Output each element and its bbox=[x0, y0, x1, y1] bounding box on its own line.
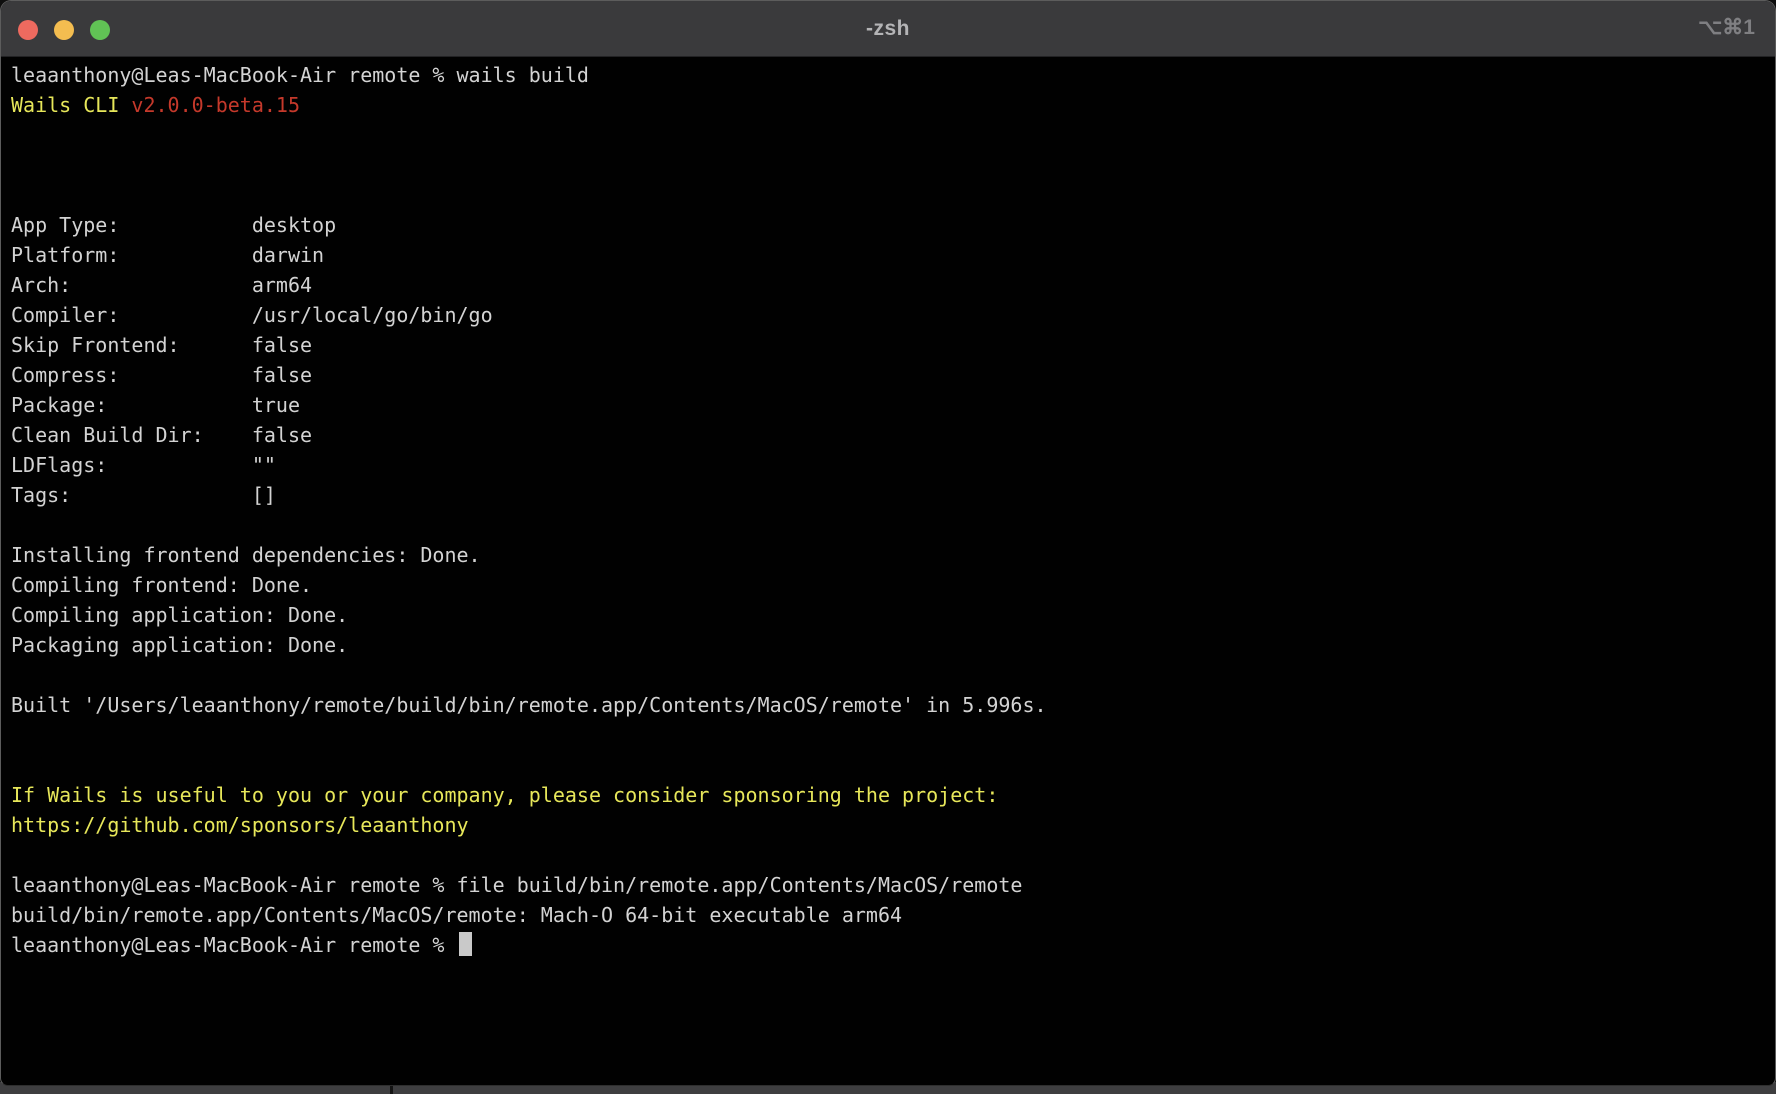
terminal-cursor bbox=[459, 932, 472, 956]
terminal-text: leaanthony@Leas-MacBook-Air remote % bbox=[11, 933, 457, 957]
terminal-line: Package: true bbox=[11, 390, 1767, 420]
close-button[interactable] bbox=[18, 20, 38, 40]
terminal-text: Arch: arm64 bbox=[11, 273, 312, 297]
terminal-line: Skip Frontend: false bbox=[11, 330, 1767, 360]
terminal-text: Wails CLI bbox=[11, 93, 131, 117]
terminal-line: App Type: desktop bbox=[11, 210, 1767, 240]
terminal-line: If Wails is useful to you or your compan… bbox=[11, 780, 1767, 810]
terminal-line bbox=[11, 840, 1767, 870]
terminal-line bbox=[11, 150, 1767, 180]
terminal-text: leaanthony@Leas-MacBook-Air remote % fil… bbox=[11, 873, 1022, 897]
terminal-text: build/bin/remote.app/Contents/MacOS/remo… bbox=[11, 903, 902, 927]
terminal-line bbox=[11, 180, 1767, 210]
terminal-line bbox=[11, 510, 1767, 540]
terminal-text: Compiling frontend: Done. bbox=[11, 573, 312, 597]
terminal-line: Compiling application: Done. bbox=[11, 600, 1767, 630]
terminal-line: Clean Build Dir: false bbox=[11, 420, 1767, 450]
terminal-text: leaanthony@Leas-MacBook-Air remote % wai… bbox=[11, 63, 589, 87]
terminal-text: LDFlags: "" bbox=[11, 453, 276, 477]
terminal-text: Clean Build Dir: false bbox=[11, 423, 312, 447]
terminal-text: Compiling application: Done. bbox=[11, 603, 348, 627]
terminal-line: Tags: [] bbox=[11, 480, 1767, 510]
terminal-line: leaanthony@Leas-MacBook-Air remote % bbox=[11, 930, 1767, 960]
terminal-text: Package: true bbox=[11, 393, 300, 417]
terminal-line bbox=[11, 720, 1767, 750]
terminal-line bbox=[11, 660, 1767, 690]
terminal-line: leaanthony@Leas-MacBook-Air remote % fil… bbox=[11, 870, 1767, 900]
terminal-line: Compiling frontend: Done. bbox=[11, 570, 1767, 600]
terminal-text: https://github.com/sponsors/leaanthony bbox=[11, 813, 469, 837]
terminal-line: Compiler: /usr/local/go/bin/go bbox=[11, 300, 1767, 330]
terminal-line: Platform: darwin bbox=[11, 240, 1767, 270]
window-title: -zsh bbox=[866, 17, 910, 41]
titlebar[interactable]: -zsh ⌥⌘1 bbox=[1, 1, 1775, 57]
terminal-text: Installing frontend dependencies: Done. bbox=[11, 543, 481, 567]
screen: -zsh ⌥⌘1 leaanthony@Leas-MacBook-Air rem… bbox=[0, 0, 1776, 1094]
terminal-text: Packaging application: Done. bbox=[11, 633, 348, 657]
terminal-text: If Wails is useful to you or your compan… bbox=[11, 783, 998, 807]
minimize-button[interactable] bbox=[54, 20, 74, 40]
terminal-line: Wails CLI v2.0.0-beta.15 bbox=[11, 90, 1767, 120]
terminal-line bbox=[11, 120, 1767, 150]
traffic-lights bbox=[18, 20, 110, 40]
terminal-line: build/bin/remote.app/Contents/MacOS/remo… bbox=[11, 900, 1767, 930]
terminal-line: Installing frontend dependencies: Done. bbox=[11, 540, 1767, 570]
terminal-text: App Type: desktop bbox=[11, 213, 336, 237]
terminal-line: leaanthony@Leas-MacBook-Air remote % wai… bbox=[11, 60, 1767, 90]
terminal-window: -zsh ⌥⌘1 leaanthony@Leas-MacBook-Air rem… bbox=[0, 0, 1776, 1086]
terminal-text: Built '/Users/leaanthony/remote/build/bi… bbox=[11, 693, 1047, 717]
terminal-text: Skip Frontend: false bbox=[11, 333, 312, 357]
terminal-line: Packaging application: Done. bbox=[11, 630, 1767, 660]
zoom-button[interactable] bbox=[90, 20, 110, 40]
terminal-line: Arch: arm64 bbox=[11, 270, 1767, 300]
terminal-line: https://github.com/sponsors/leaanthony bbox=[11, 810, 1767, 840]
terminal-text: Compiler: /usr/local/go/bin/go bbox=[11, 303, 493, 327]
terminal-body[interactable]: leaanthony@Leas-MacBook-Air remote % wai… bbox=[1, 57, 1775, 960]
terminal-text: Tags: [] bbox=[11, 483, 276, 507]
terminal-text: Platform: darwin bbox=[11, 243, 324, 267]
terminal-line: LDFlags: "" bbox=[11, 450, 1767, 480]
terminal-text: v2.0.0-beta.15 bbox=[131, 93, 300, 117]
terminal-line: Compress: false bbox=[11, 360, 1767, 390]
terminal-line: Built '/Users/leaanthony/remote/build/bi… bbox=[11, 690, 1767, 720]
tab-shortcut-label: ⌥⌘1 bbox=[1698, 15, 1755, 40]
terminal-text: Compress: false bbox=[11, 363, 312, 387]
terminal-line bbox=[11, 750, 1767, 780]
